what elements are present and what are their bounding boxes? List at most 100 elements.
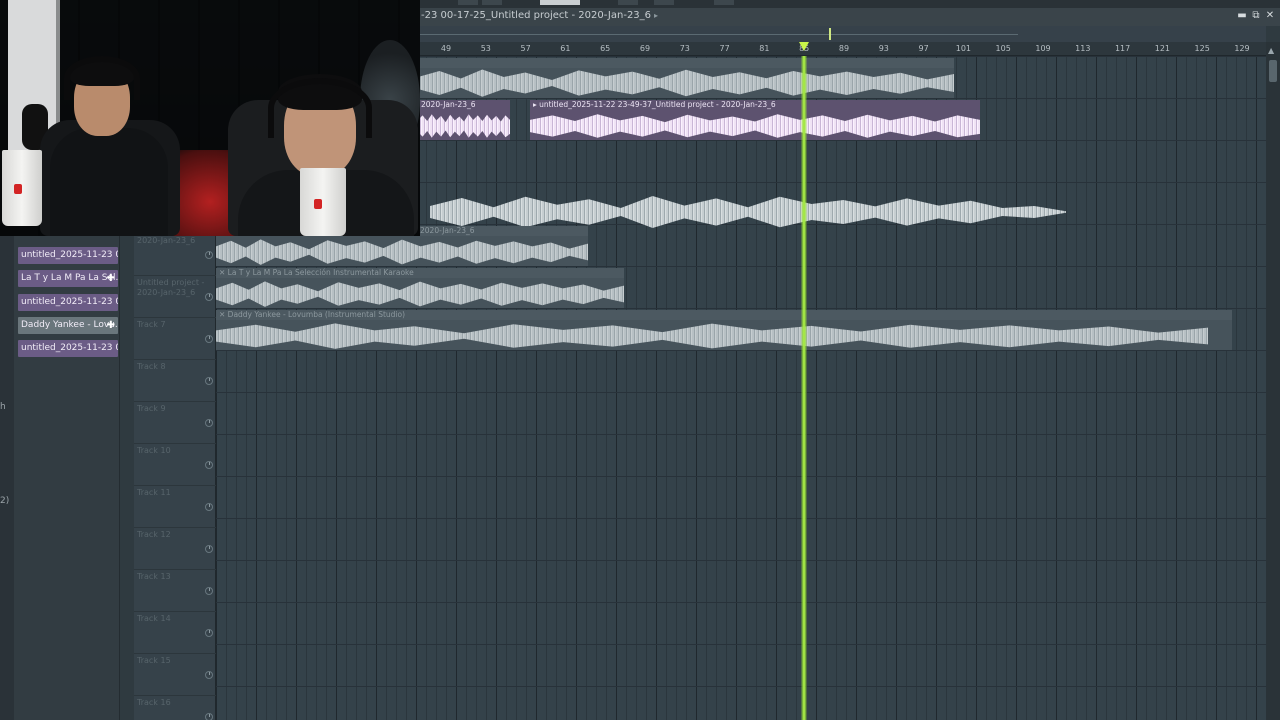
clip-waveform bbox=[216, 323, 1208, 349]
track-enable-icon[interactable] bbox=[205, 419, 213, 427]
clip-waveform bbox=[216, 281, 624, 307]
track-header[interactable]: Track 7 bbox=[134, 318, 216, 360]
clip-label: 2020-Jan-23_6 bbox=[418, 100, 510, 110]
track-header[interactable]: Track 13 bbox=[134, 570, 216, 612]
cup-icon bbox=[2, 150, 42, 226]
clip-header bbox=[418, 58, 954, 68]
track-header[interactable]: Track 8 bbox=[134, 360, 216, 402]
track-enable-icon[interactable] bbox=[205, 503, 213, 511]
track-row-divider bbox=[216, 350, 1266, 351]
track-header[interactable]: Track 9 bbox=[134, 402, 216, 444]
track-enable-icon[interactable] bbox=[205, 587, 213, 595]
toolbar-button[interactable] bbox=[618, 0, 638, 5]
picker-clip-label: untitled_2025-11-23 00-.. bbox=[21, 296, 118, 307]
clip-waveform bbox=[418, 114, 510, 138]
headphones-icon bbox=[64, 56, 140, 100]
title-arrow-icon[interactable]: ▸ bbox=[654, 11, 658, 20]
track-enable-icon[interactable] bbox=[205, 377, 213, 385]
toolbar-button[interactable] bbox=[482, 0, 502, 5]
audio-clip[interactable] bbox=[418, 58, 954, 98]
picker-clip[interactable]: Daddy Yankee - Lovu.. ✚ bbox=[18, 316, 118, 334]
track-header[interactable]: Track 14 bbox=[134, 612, 216, 654]
ruler-tick-label: 73 bbox=[679, 44, 690, 53]
ruler-tick-label: 49 bbox=[440, 44, 452, 53]
track-enable-icon[interactable] bbox=[205, 629, 213, 637]
toolbar-button[interactable] bbox=[654, 0, 674, 5]
toolbar-button[interactable] bbox=[714, 0, 734, 5]
audio-clip[interactable]: 2020-Jan-23_6 bbox=[418, 100, 510, 140]
toolbar-button[interactable] bbox=[458, 0, 478, 5]
ruler-tick-label: 61 bbox=[560, 44, 571, 53]
picker-clip-label: Daddy Yankee - Lovu.. bbox=[21, 319, 118, 330]
ruler-tick-label: 113 bbox=[1075, 44, 1091, 53]
track-header[interactable]: Track 15 bbox=[134, 654, 216, 696]
headphones-icon bbox=[268, 78, 372, 138]
browser-text-fragment: 2) bbox=[0, 496, 10, 506]
track-row-divider bbox=[216, 392, 1266, 393]
track-enable-icon[interactable] bbox=[205, 671, 213, 679]
track-enable-icon[interactable] bbox=[205, 251, 213, 259]
track-header[interactable]: 2020-Jan-23_6 bbox=[134, 234, 216, 276]
track-header[interactable]: Track 10 bbox=[134, 444, 216, 486]
track-row-divider bbox=[216, 518, 1266, 519]
track-name: Untitled project - 2020-Jan-23_6 bbox=[137, 278, 205, 297]
timeline-ruler[interactable]: 49 53 57 61 65 69 73 77 81 85 89 93 97 101 105 109 113 11… bbox=[418, 42, 1266, 56]
track-name: Track 9 bbox=[137, 404, 166, 413]
track-name: Track 10 bbox=[137, 446, 171, 455]
ruler-tick-label: 117 bbox=[1114, 44, 1131, 53]
overview-playhead-marker bbox=[829, 28, 831, 40]
picker-clip-label: untitled_2025-11-23 00-.. bbox=[21, 343, 118, 354]
scrollbar-thumb[interactable] bbox=[1269, 60, 1277, 82]
clip-waveform bbox=[216, 239, 588, 265]
picker-clip[interactable]: untitled_2025-11-23 00-.. bbox=[18, 247, 118, 264]
ruler-tick-label: 69 bbox=[639, 44, 651, 53]
audio-clip[interactable]: ✕ Daddy Yankee - Lovumba (Instrumental S… bbox=[216, 310, 1232, 350]
ruler-tick-label: 57 bbox=[520, 44, 531, 53]
webcam-person bbox=[50, 128, 168, 236]
track-enable-icon[interactable] bbox=[205, 293, 213, 301]
picker-clip[interactable]: untitled_2025-11-23 00-.. bbox=[18, 293, 118, 311]
top-toolbar bbox=[418, 0, 1280, 8]
overview-scrollbar[interactable] bbox=[418, 26, 1266, 42]
track-name: Track 13 bbox=[137, 572, 171, 581]
ruler-tick-label: 129 bbox=[1234, 44, 1250, 53]
vertical-scrollbar[interactable]: ▲ bbox=[1266, 42, 1280, 720]
track-header[interactable]: Track 16 bbox=[134, 696, 216, 720]
track-name: 2020-Jan-23_6 bbox=[137, 236, 196, 245]
track-row-divider bbox=[216, 602, 1266, 603]
track-name: Track 12 bbox=[137, 530, 171, 539]
track-row-divider bbox=[216, 476, 1266, 477]
track-header[interactable]: Untitled project - 2020-Jan-23_6 bbox=[134, 276, 216, 318]
maximize-button[interactable]: ⧉ bbox=[1249, 10, 1263, 21]
picker-clip[interactable]: La T y La M Pa La Sel.. ✚ bbox=[18, 270, 118, 288]
ruler-tick-label: 97 bbox=[918, 44, 929, 53]
webcam-overlay bbox=[0, 0, 420, 236]
playhead-marker-icon[interactable] bbox=[799, 42, 809, 51]
track-enable-icon[interactable] bbox=[205, 461, 213, 469]
track-enable-icon[interactable] bbox=[205, 713, 213, 720]
close-button[interactable]: ✕ bbox=[1263, 10, 1277, 21]
audio-clip[interactable]: ▸ untitled_2025-11-22 23-49-37_Untitled … bbox=[530, 100, 980, 140]
ruler-tick-label: 109 bbox=[1035, 44, 1051, 53]
scroll-up-icon[interactable]: ▲ bbox=[1268, 46, 1274, 55]
track-header[interactable]: Track 12 bbox=[134, 528, 216, 570]
picker-clip[interactable]: untitled_2025-11-23 00-.. bbox=[18, 340, 118, 358]
playhead-line[interactable] bbox=[801, 56, 807, 720]
track-enable-icon[interactable] bbox=[205, 335, 213, 343]
ruler-tick-label: 65 bbox=[600, 44, 611, 53]
clip-picker-panel: untitled_2025-11-23 00-.. La T y La M Pa … bbox=[14, 236, 120, 720]
audio-clip-icon: ✚ bbox=[106, 319, 115, 331]
toolbar-button[interactable] bbox=[540, 0, 580, 5]
track-header[interactable]: Track 11 bbox=[134, 486, 216, 528]
clip-waveform bbox=[418, 69, 954, 97]
track-enable-icon[interactable] bbox=[205, 545, 213, 553]
track-row-divider bbox=[216, 308, 1266, 309]
audio-clip-icon: ✚ bbox=[106, 273, 115, 285]
track-row-divider bbox=[216, 434, 1266, 435]
track-name: Track 14 bbox=[137, 614, 171, 623]
audio-clip[interactable]: ✕ La T y La M Pa La Selección Instrument… bbox=[216, 268, 624, 308]
playlist-titlebar[interactable]: -23 00-17-25_Untitled project - 2020-Jan… bbox=[418, 8, 1280, 26]
minimize-button[interactable]: ▬ bbox=[1235, 10, 1249, 21]
cup-icon bbox=[300, 168, 346, 236]
track-name: Track 11 bbox=[137, 488, 171, 497]
